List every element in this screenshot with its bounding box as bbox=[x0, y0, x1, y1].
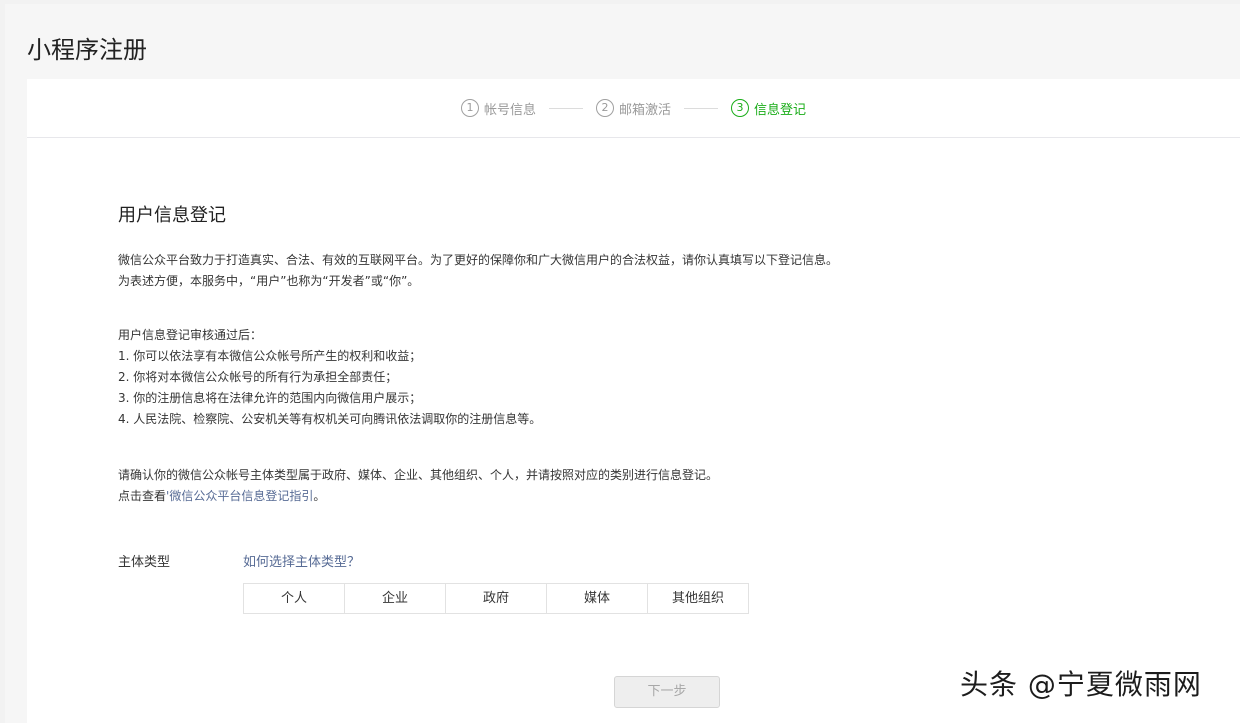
main-panel: 1 帐号信息 2 邮箱激活 3 信息登记 用户信息登记 微信公众平台致力于打造真… bbox=[27, 79, 1240, 723]
confirm-text: 请确认你的微信公众帐号主体类型属于政府、媒体、企业、其他组织、个人，并请按照对应… bbox=[118, 465, 1118, 507]
intro-line: 为表述方便，本服务中，“用户”也称为“开发者”或“你”。 bbox=[118, 274, 420, 288]
page-title: 小程序注册 bbox=[27, 36, 147, 65]
entity-type-option-enterprise[interactable]: 企业 bbox=[345, 584, 446, 613]
step-number-1: 1 bbox=[460, 99, 479, 117]
guide-line: 点击查看'微信公众平台信息登记指引。 bbox=[118, 486, 1118, 507]
confirm-line: 请确认你的微信公众帐号主体类型属于政府、媒体、企业、其他组织、个人，并请按照对应… bbox=[118, 468, 719, 482]
registration-content: 用户信息登记 微信公众平台致力于打造真实、合法、有效的互联网平台。为了更好的保障… bbox=[118, 199, 1118, 614]
page: 小程序注册 1 帐号信息 2 邮箱激活 3 信息登记 用户信息登记 微信公众平台… bbox=[0, 0, 1240, 723]
watermark: 头条 @宁夏微雨网 bbox=[960, 668, 1202, 701]
section-title: 用户信息登记 bbox=[118, 205, 226, 226]
registration-steps: 1 帐号信息 2 邮箱激活 3 信息登记 bbox=[27, 79, 1240, 138]
entity-type-option-other-organization[interactable]: 其他组织 bbox=[648, 584, 748, 613]
benefits-heading: 用户信息登记审核通过后： bbox=[118, 328, 263, 342]
entity-type-help-link[interactable]: 如何选择主体类型？ bbox=[243, 552, 360, 574]
benefit-item: 1. 你可以依法享有本微信公众帐号所产生的权利和收益； bbox=[118, 349, 422, 363]
entity-type-field: 主体类型 如何选择主体类型？ 个人 企业 政府 媒体 其他组织 bbox=[118, 552, 1018, 622]
entity-type-label: 主体类型 bbox=[118, 555, 171, 570]
entity-type-option-individual[interactable]: 个人 bbox=[244, 584, 345, 613]
entity-type-option-media[interactable]: 媒体 bbox=[547, 584, 648, 613]
intro-line: 微信公众平台致力于打造真实、合法、有效的互联网平台。为了更好的保障你和广大微信用… bbox=[118, 253, 839, 267]
step-account-info: 1 帐号信息 bbox=[460, 99, 536, 118]
step-divider bbox=[684, 107, 718, 109]
step-label: 邮箱激活 bbox=[618, 102, 671, 118]
step-divider bbox=[548, 107, 583, 109]
step-number-2: 2 bbox=[595, 99, 614, 117]
benefits-list: 用户信息登记审核通过后： 1. 你可以依法享有本微信公众帐号所产生的权利和收益；… bbox=[118, 325, 1118, 430]
registration-guide-link[interactable]: '微信公众平台信息登记指引 bbox=[166, 489, 313, 503]
intro-text: 微信公众平台致力于打造真实、合法、有效的互联网平台。为了更好的保障你和广大微信用… bbox=[118, 250, 1118, 292]
step-label: 信息登记 bbox=[754, 102, 807, 118]
guide-suffix: 。 bbox=[313, 489, 326, 503]
step-email-activation: 2 邮箱激活 bbox=[595, 99, 671, 118]
entity-type-option-government[interactable]: 政府 bbox=[446, 584, 547, 613]
benefit-item: 2. 你将对本微信公众帐号的所有行为承担全部责任； bbox=[118, 370, 398, 384]
guide-prefix: 点击查看 bbox=[118, 489, 167, 503]
benefit-item: 4. 人民法院、检察院、公安机关等有权机关可向腾讯依法调取你的注册信息等。 bbox=[118, 412, 542, 426]
step-info-registration: 3 信息登记 bbox=[731, 99, 806, 118]
next-step-button[interactable]: 下一步 bbox=[614, 676, 720, 708]
step-label: 帐号信息 bbox=[483, 102, 536, 118]
step-number-3: 3 bbox=[731, 99, 749, 117]
entity-type-options: 个人 企业 政府 媒体 其他组织 bbox=[243, 583, 749, 614]
benefit-item: 3. 你的注册信息将在法律允许的范围内向微信用户展示； bbox=[118, 391, 422, 405]
